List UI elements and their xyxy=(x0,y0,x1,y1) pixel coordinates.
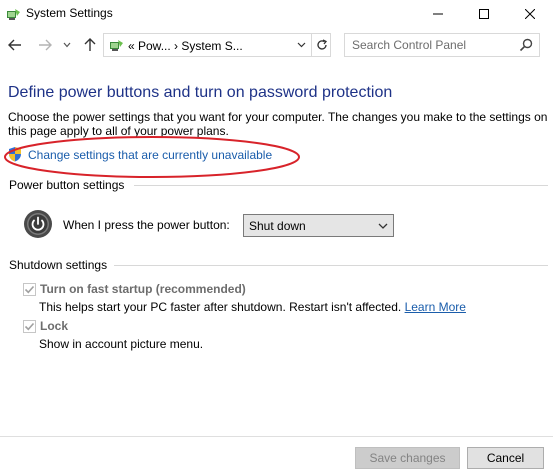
arrow-left-icon xyxy=(8,39,21,51)
address-path[interactable]: « Pow... › System S... xyxy=(128,39,243,53)
power-button-action-label: When I press the power button: xyxy=(63,218,230,232)
navigation-bar: « Pow... › System S... xyxy=(0,30,553,60)
section-divider xyxy=(114,265,548,266)
arrow-up-icon xyxy=(84,38,96,51)
power-icon xyxy=(24,210,52,238)
minimize-button[interactable] xyxy=(415,0,461,28)
close-button[interactable] xyxy=(507,0,553,28)
recent-locations-button[interactable] xyxy=(60,36,74,54)
fast-startup-description-text: This helps start your PC faster after sh… xyxy=(39,300,402,314)
search-input[interactable] xyxy=(345,34,515,56)
page-title: Define power buttons and turn on passwor… xyxy=(8,84,393,101)
refresh-icon xyxy=(316,39,327,50)
minimize-icon xyxy=(433,13,443,15)
learn-more-link[interactable]: Learn More xyxy=(405,300,466,314)
address-bar[interactable]: « Pow... › System S... xyxy=(103,33,331,57)
save-changes-button[interactable]: Save changes xyxy=(355,447,460,469)
search-box[interactable] xyxy=(344,33,540,57)
arrow-right-icon xyxy=(39,39,52,51)
chevron-down-icon xyxy=(378,223,388,229)
cancel-button[interactable]: Cancel xyxy=(467,447,544,469)
control-panel-icon xyxy=(110,40,123,51)
maximize-button[interactable] xyxy=(461,0,507,28)
fast-startup-label: Turn on fast startup (recommended) xyxy=(40,282,246,296)
checkmark-icon xyxy=(24,322,35,331)
power-button-action-select[interactable]: Shut down xyxy=(243,214,394,237)
power-button-settings-heading: Power button settings xyxy=(9,178,125,192)
lock-description: Show in account picture menu. xyxy=(39,337,204,351)
shutdown-settings-heading: Shutdown settings xyxy=(9,258,108,272)
checkmark-icon xyxy=(24,285,35,294)
chevron-down-icon xyxy=(297,42,305,48)
forward-button[interactable] xyxy=(36,36,54,54)
close-icon xyxy=(525,9,535,19)
selected-option: Shut down xyxy=(249,219,306,233)
title-bar: System Settings xyxy=(0,0,553,28)
section-divider xyxy=(134,185,548,186)
lock-checkbox[interactable] xyxy=(23,320,36,333)
fast-startup-checkbox[interactable] xyxy=(23,283,36,296)
window-title: System Settings xyxy=(26,6,113,20)
address-dropdown-button[interactable] xyxy=(293,34,309,56)
up-button[interactable] xyxy=(81,36,99,54)
footer-divider xyxy=(0,436,553,437)
maximize-icon xyxy=(479,9,489,19)
control-panel-icon xyxy=(7,9,20,20)
highlight-annotation xyxy=(4,136,300,178)
lock-label: Lock xyxy=(40,319,69,333)
fast-startup-description: This helps start your PC faster after sh… xyxy=(39,300,466,314)
back-button[interactable] xyxy=(6,36,24,54)
search-icon[interactable] xyxy=(518,37,534,53)
chevron-down-icon xyxy=(63,42,71,48)
refresh-button[interactable] xyxy=(311,34,331,56)
